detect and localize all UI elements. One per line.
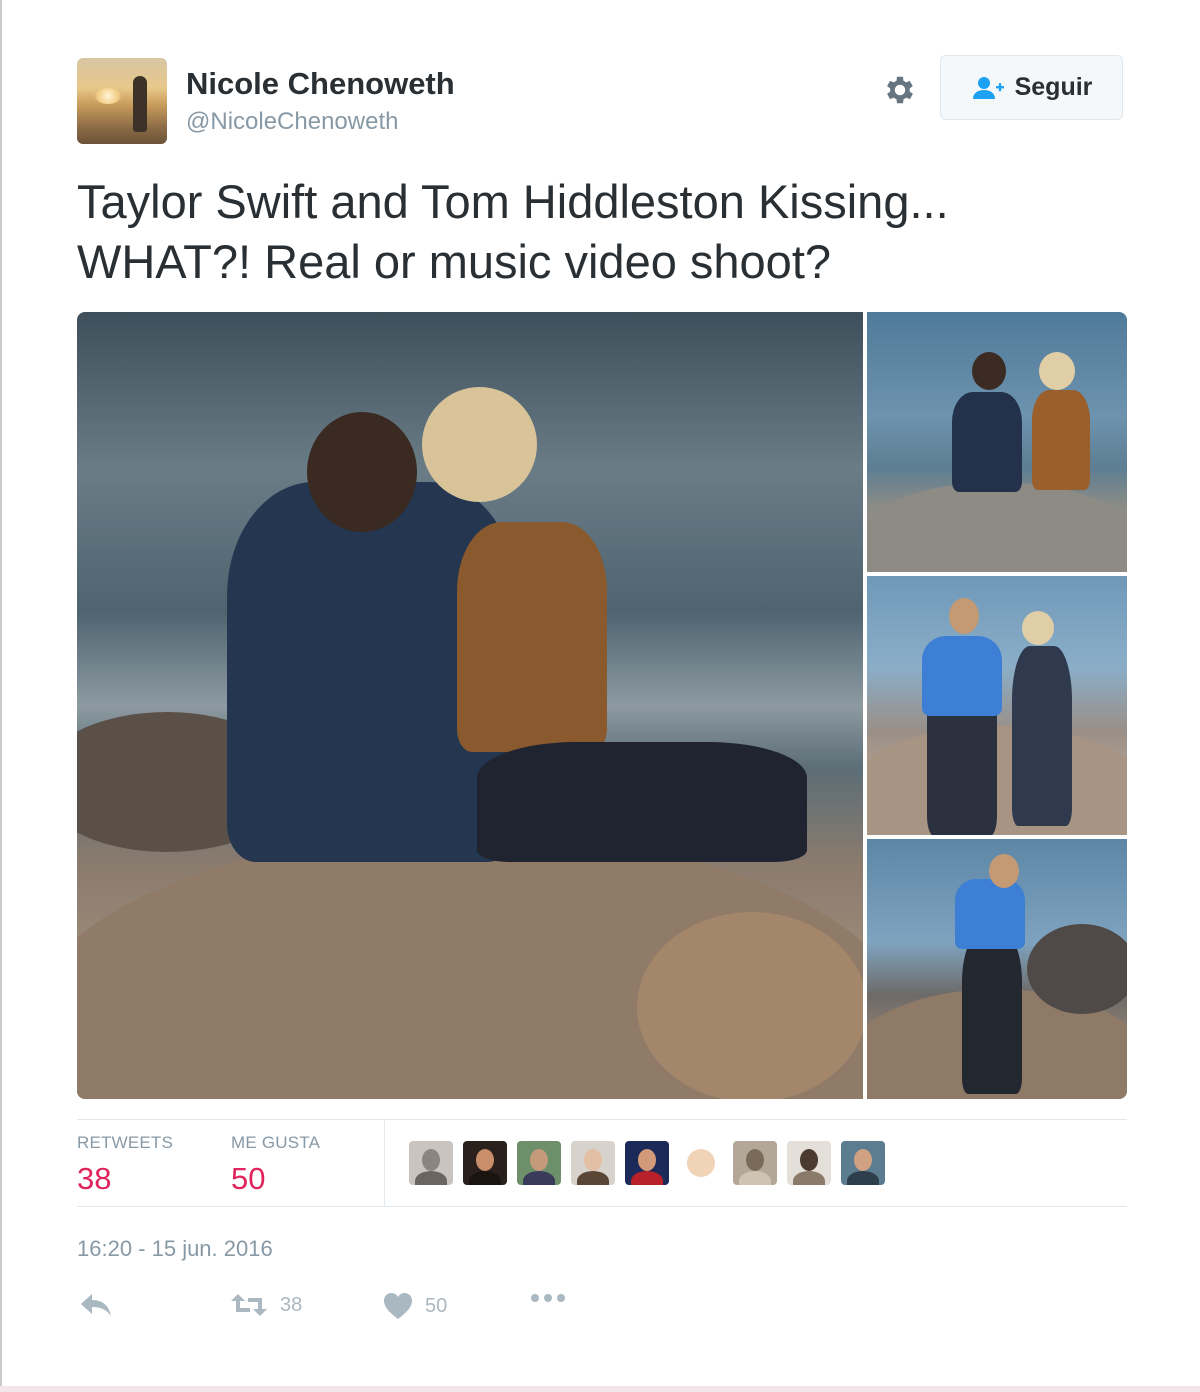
tweet-timestamp[interactable]: 16:20 - 15 jun. 2016 (77, 1236, 273, 1262)
follow-button[interactable]: Seguir (940, 55, 1123, 120)
liker-body (847, 1171, 879, 1185)
reply-icon (81, 1294, 111, 1316)
photo-woman-head (1039, 352, 1075, 390)
photo-woman-head (422, 387, 537, 502)
liker-face (638, 1149, 656, 1171)
liker-avatar[interactable] (733, 1141, 777, 1185)
liker-face (422, 1149, 440, 1171)
liker-body (631, 1171, 663, 1185)
divider-top (77, 1119, 1127, 1120)
photo-main[interactable] (77, 312, 863, 1099)
liker-body (469, 1171, 501, 1185)
liker-avatars (409, 1141, 885, 1185)
settings-button[interactable] (880, 70, 920, 110)
more-button[interactable] (530, 1292, 566, 1304)
photo-thumb-3[interactable] (867, 839, 1127, 1099)
liker-body (739, 1171, 771, 1185)
media-grid (77, 312, 1127, 1099)
retweet-button[interactable]: 38 (230, 1292, 302, 1318)
gear-icon (887, 76, 913, 104)
photo-woman-body (1012, 646, 1072, 826)
liker-avatar[interactable] (571, 1141, 615, 1185)
retweet-count: 38 (280, 1293, 303, 1316)
like-button[interactable]: 50 (383, 1292, 447, 1320)
photo-man-head (949, 598, 979, 634)
liker-face (746, 1149, 764, 1171)
avatar-sun (95, 88, 121, 104)
follow-button-label: Seguir (1014, 73, 1093, 101)
liker-body (577, 1171, 609, 1185)
action-bar: 38 50 (0, 1292, 1200, 1332)
photo-legs (477, 742, 807, 862)
liker-face (476, 1149, 494, 1171)
liker-avatar[interactable] (787, 1141, 831, 1185)
photo-rock (1027, 924, 1127, 1014)
window-left-edge (0, 0, 2, 1392)
liker-avatar[interactable] (679, 1141, 723, 1185)
likes-label: ME GUSTA (231, 1133, 321, 1152)
retweet-icon (231, 1294, 267, 1316)
photo-rock (867, 482, 1127, 572)
liker-face (854, 1149, 872, 1171)
like-count: 50 (425, 1294, 448, 1317)
liker-face (530, 1149, 548, 1171)
liker-avatar[interactable] (517, 1141, 561, 1185)
tweet-text-line-1: Taylor Swift and Tom Hiddleston Kissing.… (77, 175, 949, 228)
photo-man-body (962, 934, 1022, 1094)
retweets-count: 38 (77, 1161, 112, 1196)
likes-stat[interactable]: ME GUSTA 50 (231, 1133, 320, 1197)
liker-avatar[interactable] (409, 1141, 453, 1185)
screen-name[interactable]: @NicoleChenoweth (186, 108, 398, 136)
liker-avatar[interactable] (841, 1141, 885, 1185)
reply-button[interactable] (80, 1292, 112, 1318)
liker-body (793, 1171, 825, 1185)
photo-thumb-1[interactable] (867, 312, 1127, 572)
photo-man-head (989, 854, 1019, 888)
liker-avatar[interactable] (625, 1141, 669, 1185)
photo-rock (867, 726, 1127, 835)
heart-icon (384, 1293, 412, 1319)
more-icon (531, 1294, 565, 1302)
liker-face (584, 1149, 602, 1171)
liker-face (687, 1149, 715, 1177)
liker-avatar[interactable] (463, 1141, 507, 1185)
window-bottom-edge (0, 1386, 1200, 1392)
photo-woman-body (457, 522, 607, 752)
photo-woman-head (1022, 611, 1054, 645)
photo-cairn (637, 912, 863, 1099)
avatar[interactable] (77, 58, 167, 144)
photo-man-shirt (955, 879, 1025, 949)
avatar-figure (133, 76, 147, 132)
stats-separator (384, 1120, 385, 1206)
display-name[interactable]: Nicole Chenoweth (186, 66, 455, 102)
photo-man-shirt (922, 636, 1002, 716)
liker-face (800, 1149, 818, 1171)
add-user-icon (972, 76, 1004, 99)
divider-bottom (77, 1206, 1127, 1207)
photo-man-head (972, 352, 1006, 390)
tweet-text: Taylor Swift and Tom Hiddleston Kissing.… (77, 172, 1127, 292)
retweets-label: RETWEETS (77, 1133, 174, 1152)
photo-man-body (952, 392, 1022, 492)
photo-woman-body (1032, 390, 1090, 490)
tweet-text-line-2: WHAT?! Real or music video shoot? (77, 235, 832, 288)
liker-body (415, 1171, 447, 1185)
likes-count: 50 (231, 1161, 266, 1196)
photo-man-head (307, 412, 417, 532)
liker-body (523, 1171, 555, 1185)
photo-thumb-2[interactable] (867, 576, 1127, 835)
retweets-stat[interactable]: RETWEETS 38 (77, 1133, 173, 1197)
